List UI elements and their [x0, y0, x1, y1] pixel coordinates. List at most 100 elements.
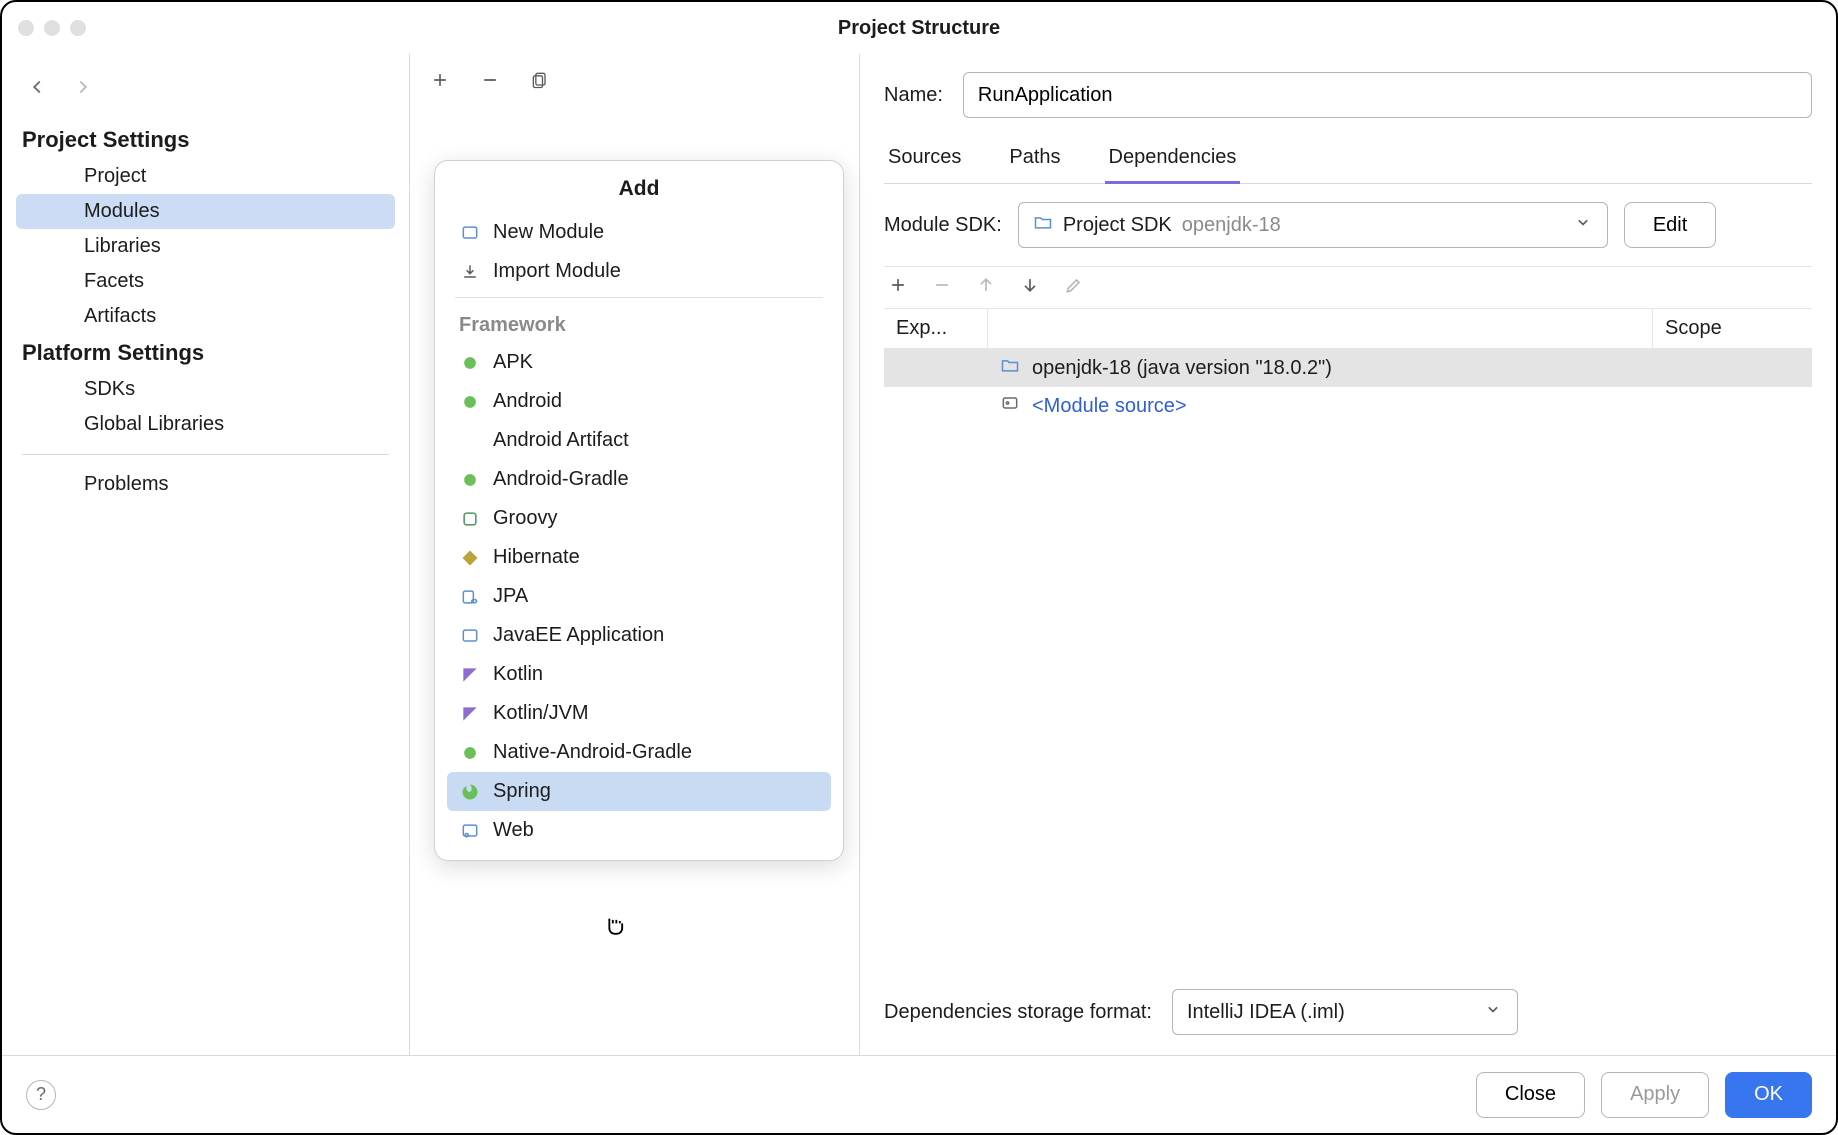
edit-sdk-button[interactable]: Edit — [1624, 202, 1716, 248]
dependency-row[interactable]: openjdk-18 (java version "18.0.2") — [884, 349, 1812, 387]
web-icon — [459, 820, 481, 842]
popup-separator — [455, 297, 823, 298]
remove-dependency-icon[interactable] — [932, 275, 952, 300]
move-up-icon[interactable] — [976, 275, 996, 300]
kotlin-icon — [459, 703, 481, 725]
dependency-header-row: Exp... Scope — [884, 309, 1812, 349]
storage-format-value: IntelliJ IDEA (.iml) — [1187, 1001, 1345, 1024]
popup-item-label: JavaEE Application — [493, 624, 664, 647]
window-controls[interactable] — [18, 20, 86, 36]
android-icon — [459, 469, 481, 491]
popup-item-kotlin[interactable]: Kotlin — [435, 655, 843, 694]
popup-item-android[interactable]: Android — [435, 382, 843, 421]
sidebar-item-project[interactable]: Project — [2, 159, 409, 194]
add-popup: Add New Module Import Module Framework — [434, 160, 844, 861]
popup-item-label: Native-Android-Gradle — [493, 741, 692, 764]
copy-module-icon[interactable] — [530, 70, 550, 95]
sidebar-item-artifacts[interactable]: Artifacts — [2, 299, 409, 334]
module-name-input[interactable] — [963, 72, 1812, 118]
popup-item-groovy[interactable]: Groovy — [435, 499, 843, 538]
zoom-window-icon[interactable] — [70, 20, 86, 36]
module-details-panel: Name: Sources Paths Dependencies Module … — [860, 54, 1836, 1055]
popup-item-label: Hibernate — [493, 546, 580, 569]
popup-item-jpa[interactable]: JPA — [435, 577, 843, 616]
module-sdk-select[interactable]: Project SDK openjdk-18 — [1018, 202, 1608, 248]
dependency-toolbar — [884, 266, 1812, 309]
module-tabs: Sources Paths Dependencies — [884, 146, 1812, 184]
tab-sources[interactable]: Sources — [884, 146, 965, 183]
popup-item-hibernate[interactable]: Hibernate — [435, 538, 843, 577]
popup-item-new-module[interactable]: New Module — [435, 213, 843, 252]
sidebar-item-sdks[interactable]: SDKs — [2, 372, 409, 407]
dependency-label: openjdk-18 (java version "18.0.2") — [1032, 357, 1332, 380]
tab-paths[interactable]: Paths — [1005, 146, 1064, 183]
popup-item-apk[interactable]: APK — [435, 343, 843, 382]
import-icon — [459, 261, 481, 283]
popup-item-label: Android — [493, 390, 562, 413]
close-button[interactable]: Close — [1476, 1072, 1585, 1118]
sidebar-item-modules[interactable]: Modules — [16, 194, 395, 229]
sidebar-divider — [22, 454, 389, 455]
popup-item-import-module[interactable]: Import Module — [435, 252, 843, 291]
forward-icon[interactable] — [72, 76, 94, 103]
ok-button[interactable]: OK — [1725, 1072, 1812, 1118]
sdk-selected-prefix: Project SDK — [1063, 214, 1172, 237]
popup-item-label: Import Module — [493, 260, 621, 283]
dependency-row[interactable]: <Module source> — [884, 387, 1812, 425]
android-icon — [459, 352, 481, 374]
chevron-down-icon — [1573, 212, 1593, 238]
dependency-col-scope[interactable]: Scope — [1652, 309, 1812, 348]
popup-item-label: Android-Gradle — [493, 468, 629, 491]
add-module-icon[interactable] — [430, 70, 450, 95]
move-down-icon[interactable] — [1020, 275, 1040, 300]
popup-item-android-gradle[interactable]: Android-Gradle — [435, 460, 843, 499]
dependency-col-export[interactable]: Exp... — [884, 309, 988, 348]
remove-module-icon[interactable] — [480, 70, 500, 95]
popup-item-javaee[interactable]: JavaEE Application — [435, 616, 843, 655]
javaee-icon — [459, 625, 481, 647]
apply-button[interactable]: Apply — [1601, 1072, 1709, 1118]
popup-item-label: Kotlin — [493, 663, 543, 686]
minimize-window-icon[interactable] — [44, 20, 60, 36]
help-icon[interactable]: ? — [26, 1080, 56, 1110]
popup-item-label: Android Artifact — [493, 429, 629, 452]
popup-item-label: Web — [493, 819, 534, 842]
kotlin-icon — [459, 664, 481, 686]
folder-icon — [1033, 212, 1053, 238]
folder-icon — [1000, 355, 1020, 381]
dependency-list: openjdk-18 (java version "18.0.2") <Modu… — [884, 349, 1812, 969]
sidebar-item-libraries[interactable]: Libraries — [2, 229, 409, 264]
jpa-icon — [459, 586, 481, 608]
android-icon — [459, 391, 481, 413]
popup-item-kotlin-jvm[interactable]: Kotlin/JVM — [435, 694, 843, 733]
back-icon[interactable] — [26, 76, 48, 103]
storage-format-select[interactable]: IntelliJ IDEA (.iml) — [1172, 989, 1518, 1035]
dependency-label: <Module source> — [1032, 395, 1187, 418]
popup-item-label: JPA — [493, 585, 528, 608]
close-window-icon[interactable] — [18, 20, 34, 36]
add-dependency-icon[interactable] — [888, 275, 908, 300]
dialog-footer: ? Close Apply OK — [2, 1055, 1836, 1133]
hibernate-icon — [459, 547, 481, 569]
module-icon — [459, 222, 481, 244]
titlebar: Project Structure — [2, 2, 1836, 54]
settings-sidebar: Project Settings Project Modules Librari… — [2, 54, 410, 1055]
tab-dependencies[interactable]: Dependencies — [1105, 146, 1241, 184]
sidebar-item-facets[interactable]: Facets — [2, 264, 409, 299]
popup-item-label: Kotlin/JVM — [493, 702, 589, 725]
name-label: Name: — [884, 84, 943, 107]
popup-item-native-android-gradle[interactable]: Native-Android-Gradle — [435, 733, 843, 772]
sidebar-item-problems[interactable]: Problems — [2, 467, 409, 502]
popup-item-label: APK — [493, 351, 533, 374]
module-sdk-label: Module SDK: — [884, 214, 1002, 237]
popup-item-web[interactable]: Web — [435, 811, 843, 850]
popup-group-framework: Framework — [435, 304, 843, 343]
storage-format-label: Dependencies storage format: — [884, 1001, 1152, 1024]
popup-item-spring[interactable]: Spring — [447, 772, 831, 811]
sidebar-item-global-libraries[interactable]: Global Libraries — [2, 407, 409, 442]
dependency-col-main — [988, 309, 1652, 348]
edit-dependency-icon[interactable] — [1064, 275, 1084, 300]
popup-item-android-artifact[interactable]: Android Artifact — [435, 421, 843, 460]
spring-icon — [459, 781, 481, 803]
section-project-settings: Project Settings — [2, 121, 409, 159]
